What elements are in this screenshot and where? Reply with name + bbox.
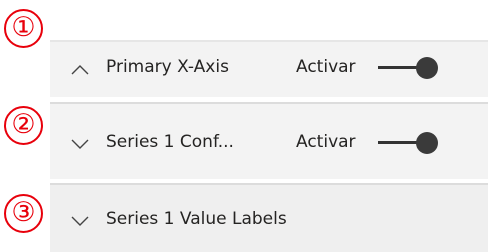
primary-x-axis-toggle[interactable]: [374, 56, 444, 80]
toggle-label: Activar: [296, 132, 356, 152]
toggle-knob[interactable]: [416, 57, 438, 79]
toggle-knob[interactable]: [416, 132, 438, 154]
section-title[interactable]: Series 1 Conf...: [106, 132, 234, 152]
chevron-down-icon[interactable]: [70, 215, 90, 227]
section-title[interactable]: Series 1 Value Labels: [106, 209, 287, 229]
section-primary-x-axis[interactable]: Primary X-Axis Activar: [50, 40, 488, 97]
chevron-up-icon[interactable]: [70, 63, 90, 75]
callout-marker-1: ①: [4, 9, 43, 48]
section-series-1-value-labels[interactable]: Series 1 Value Labels: [50, 183, 488, 252]
toggle-label: Activar: [296, 57, 356, 77]
series-1-config-toggle[interactable]: [374, 131, 444, 155]
chevron-down-icon[interactable]: [70, 138, 90, 150]
callout-marker-3: ③: [4, 194, 43, 233]
section-series-1-config[interactable]: Series 1 Conf... Activar: [50, 102, 488, 179]
section-title[interactable]: Primary X-Axis: [106, 57, 229, 77]
callout-marker-2: ②: [4, 106, 43, 145]
